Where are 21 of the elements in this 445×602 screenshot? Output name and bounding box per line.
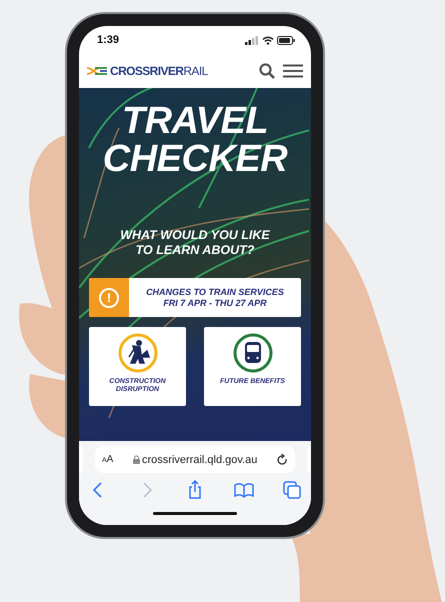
rail-logo-icon: [86, 66, 108, 76]
alert-icon: !: [99, 288, 119, 308]
lock-icon: [133, 455, 140, 464]
reload-icon[interactable]: [277, 454, 288, 466]
address-field[interactable]: AA crossriverrail.qld.gov.au: [95, 446, 295, 473]
hero-title: TRAVEL CHECKER: [102, 102, 288, 178]
menu-icon[interactable]: [283, 64, 303, 78]
hero-question: WHAT WOULD YOU LIKE TO LEARN ABOUT?: [119, 228, 271, 258]
search-icon[interactable]: [259, 63, 275, 79]
alert-banner[interactable]: ! CHANGES TO TRAIN SERVICES FRI 7 APR - THU 27 APR: [89, 278, 301, 317]
status-time: 1:39: [97, 34, 120, 46]
alert-dates: FRI 7 APR - THU 27 APR: [163, 298, 267, 308]
wifi-icon: [262, 36, 274, 44]
signal-icon: [245, 36, 259, 44]
logo-text: CROSSRIVERRAIL: [110, 64, 208, 78]
alert-title: CHANGES TO TRAIN SERVICES: [146, 286, 284, 298]
battery-icon: [277, 36, 295, 44]
url-text: crossriverrail.qld.gov.au: [142, 454, 258, 466]
book-icon[interactable]: [234, 480, 254, 500]
text-size-button[interactable]: AA: [102, 454, 114, 465]
tabs-icon[interactable]: [282, 480, 302, 500]
